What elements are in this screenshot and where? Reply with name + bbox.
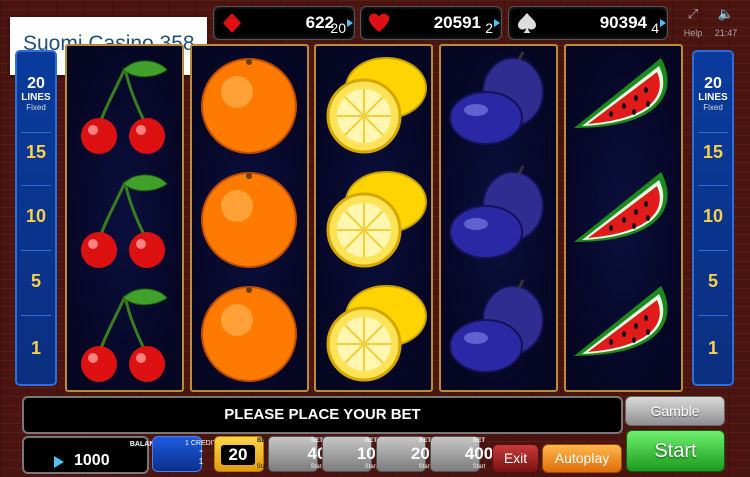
bet-button-40[interactable]: BET 40 Start (268, 436, 326, 472)
lines-count: 20 (27, 75, 45, 92)
reel-3 (314, 44, 433, 392)
watermelon-icon (566, 162, 681, 274)
reel-4 (439, 44, 558, 392)
lines-mode: Fixed (26, 103, 46, 112)
lines-count: 20 (704, 75, 722, 92)
orange-icon (192, 162, 307, 274)
divider (21, 315, 51, 316)
lemon-icon (316, 162, 431, 274)
reel-5 (564, 44, 683, 392)
reel-1 (65, 44, 184, 392)
balance-value: 1000 (74, 452, 110, 469)
divider (698, 250, 728, 251)
lines-label: LINES (698, 92, 728, 103)
balance-display: BALANCE 1000 (22, 436, 164, 474)
exit-button[interactable]: Exit (492, 444, 539, 473)
jackpot-cents: 4 (651, 20, 659, 36)
line-marker: 10 (25, 206, 47, 226)
plum-icon (441, 48, 556, 160)
lines-header: 20 LINES Fixed (17, 75, 55, 113)
lines-panel-left: 20 LINES Fixed 15 10 5 1 (15, 50, 57, 386)
cherry-icon (67, 162, 182, 274)
divider (21, 132, 51, 133)
divider (698, 315, 728, 316)
gamble-button[interactable]: Gamble (625, 396, 725, 426)
help-label[interactable]: Help (684, 28, 703, 38)
line-marker: 1 (30, 338, 41, 358)
bet-button-200[interactable]: BET 200 Start (376, 436, 439, 472)
lines-panel-right: 20 LINES Fixed 15 10 5 1 (692, 50, 734, 386)
spade-icon (518, 13, 536, 33)
heart-icon (369, 13, 389, 32)
divider (698, 185, 728, 186)
help-button[interactable]: ⤢ Help (678, 6, 708, 40)
bet-button-100[interactable]: BET 100 Start (322, 436, 385, 472)
line-marker: 15 (25, 142, 47, 162)
plum-icon (441, 276, 556, 388)
clock-time: 21:47 (714, 28, 738, 38)
reel-2 (190, 44, 309, 392)
slot-game-screen: 622 20 20591 2 90394 4 Suomi Casino 358 … (0, 0, 750, 477)
jackpot-arrow-icon (660, 19, 666, 27)
start-button[interactable]: Start (626, 430, 725, 472)
jackpot-cents: 20 (330, 20, 346, 36)
speaker-icon[interactable]: 🔈 (708, 6, 744, 22)
fullscreen-icon[interactable]: ⤢ (678, 6, 708, 22)
orange-icon (192, 276, 307, 388)
line-marker: 1 (707, 338, 718, 358)
divider (21, 185, 51, 186)
line-marker: 15 (702, 142, 724, 162)
jackpot-amount: 20591 (433, 13, 481, 32)
orange-icon (192, 48, 307, 160)
line-marker: 10 (702, 206, 724, 226)
bet-value: 20 (221, 445, 255, 465)
balance-arrow-icon (54, 456, 64, 468)
lemon-icon (316, 48, 431, 160)
plum-icon (441, 162, 556, 274)
status-message: PLEASE PLACE YOUR BET (22, 396, 623, 434)
lines-header: 20 LINES Fixed (694, 75, 732, 113)
lines-label: LINES (21, 92, 51, 103)
jackpot-arrow-icon (347, 19, 353, 27)
jackpot-diamond: 622 20 (213, 6, 355, 40)
line-marker: 5 (707, 271, 718, 291)
lemon-icon (316, 276, 431, 388)
cherry-icon (67, 276, 182, 388)
sound-clock: 🔈 21:47 (708, 6, 744, 40)
jackpot-cents: 2 (485, 20, 493, 36)
cherry-icon (67, 48, 182, 160)
watermelon-icon (566, 276, 681, 388)
diamond-icon (223, 13, 241, 33)
autoplay-button[interactable]: Autoplay (542, 444, 622, 473)
line-marker: 5 (30, 271, 41, 291)
divider (21, 250, 51, 251)
jackpot-spade: 90394 4 (508, 6, 668, 40)
credit-denomination-button[interactable]: 1 CREDIT = 1 (152, 436, 217, 472)
lines-mode: Fixed (703, 103, 723, 112)
divider (698, 132, 728, 133)
jackpot-arrow-icon (494, 19, 500, 27)
watermelon-icon (566, 48, 681, 160)
bet-button-400[interactable]: BET 400 Start (430, 436, 493, 472)
jackpot-heart: 20591 2 (360, 6, 502, 40)
bet-button-20[interactable]: BET 20 Start (214, 436, 269, 472)
jackpot-amount: 90394 (599, 13, 647, 32)
